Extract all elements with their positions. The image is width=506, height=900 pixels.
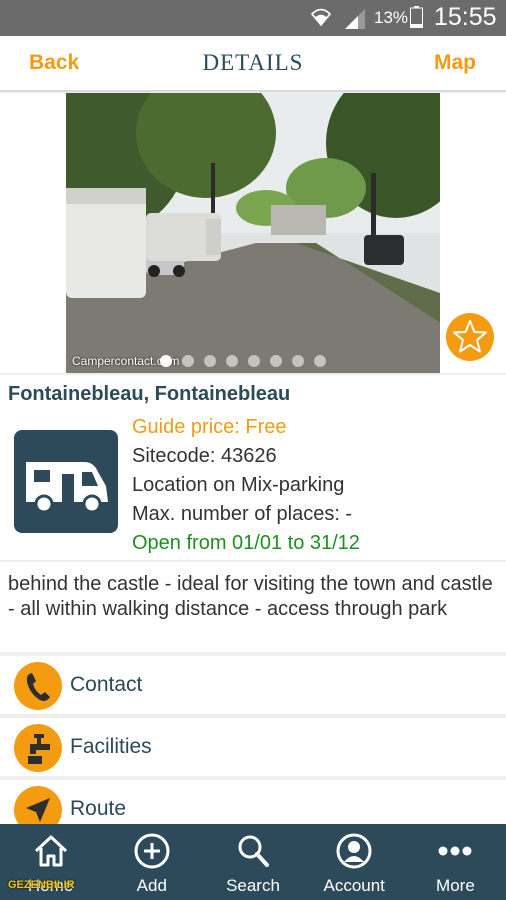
guide-price: Guide price: Free [132, 416, 287, 438]
phone-icon [14, 662, 62, 710]
site-info: Fontainebleau, Fontainebleau Guide price… [0, 375, 506, 560]
photo-section: Campercontact.com [0, 93, 506, 373]
top-nav: Back DETAILS Map [0, 36, 506, 92]
route-label: Route [70, 797, 127, 820]
wifi-icon [310, 8, 332, 27]
more-dots-icon [438, 846, 472, 856]
contact-label: Contact [70, 673, 143, 696]
signal-icon [345, 9, 365, 29]
tab-account-label: Account [323, 876, 385, 895]
carousel-dot[interactable] [248, 355, 260, 367]
plus-circle-icon [134, 833, 170, 869]
sitecode: Sitecode: 43626 [132, 445, 277, 467]
site-details: Guide price: Free Sitecode: 43626 Locati… [132, 413, 360, 558]
tab-more[interactable]: More [405, 824, 506, 900]
star-icon [453, 320, 487, 353]
tab-search-label: Search [226, 876, 280, 895]
carousel-dot[interactable] [314, 355, 326, 367]
location-type: Location on Mix-parking [132, 474, 345, 496]
clock: 15:55 [434, 3, 497, 31]
tab-add[interactable]: Add [101, 824, 202, 900]
photo-carousel[interactable]: Campercontact.com [66, 93, 440, 373]
carousel-dot[interactable] [182, 355, 194, 367]
place-name: Fontainebleau, Fontainebleau [8, 383, 291, 405]
carousel-dot[interactable] [292, 355, 304, 367]
status-bar: 13% 15:55 [0, 0, 506, 36]
campsite-photo [66, 93, 440, 373]
battery-percent: 13% [374, 8, 409, 27]
carousel-dot[interactable] [204, 355, 216, 367]
max-places: Max. number of places: - [132, 503, 353, 525]
opening-period: Open from 01/01 to 31/12 [132, 532, 360, 554]
user-icon [336, 833, 372, 869]
page-title: DETAILS [202, 50, 304, 75]
search-icon [238, 835, 269, 867]
site-description: behind the castle - ideal for visiting t… [0, 562, 506, 652]
tab-account[interactable]: Account [304, 824, 405, 900]
map-button[interactable]: Map [434, 51, 476, 75]
carousel-dot[interactable] [226, 355, 238, 367]
camper-type-icon [14, 430, 118, 533]
contact-row[interactable]: Contact [0, 656, 506, 714]
tab-add-label: Add [136, 876, 167, 895]
carousel-dot[interactable] [160, 355, 172, 367]
battery-icon [410, 6, 423, 28]
bottom-tab-bar: Home Add Search Account More [0, 824, 506, 900]
carousel-dot[interactable] [270, 355, 282, 367]
carousel-dots[interactable] [160, 355, 326, 367]
watermark: GEZENBILIR [8, 879, 75, 891]
tab-more-label: More [436, 876, 475, 895]
favorite-button[interactable] [446, 313, 494, 361]
tap-icon [14, 724, 62, 772]
facilities-label: Facilities [70, 735, 152, 758]
facilities-row[interactable]: Facilities [0, 718, 506, 776]
home-icon [34, 835, 67, 867]
tab-search[interactable]: Search [202, 824, 303, 900]
